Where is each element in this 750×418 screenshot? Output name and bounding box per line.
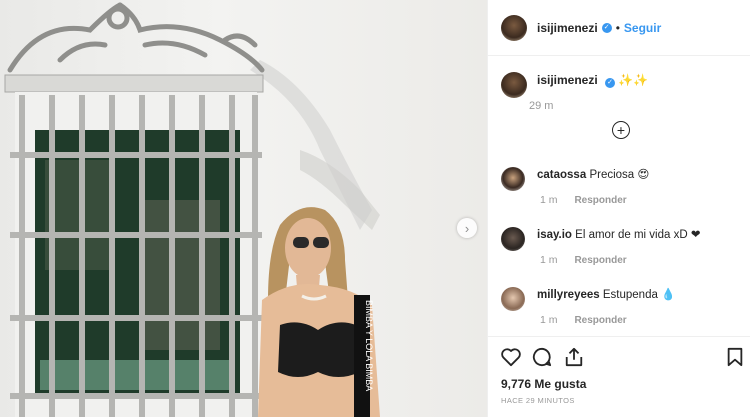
post-photo[interactable]: BIMBA Y LOLA BIMBA ›	[0, 0, 487, 417]
comment-text: Estupenda 💧	[602, 289, 676, 301]
caption-author-username[interactable]: isijimenezi	[537, 73, 598, 87]
post-caption: isijimenezi ✓ ✨✨ 29 m	[501, 72, 649, 112]
comment-item: isay.io El amor de mi vida xD ❤ 1 m Resp…	[501, 227, 701, 266]
comment-item: millyreyees Estupenda 💧 1 m Responder	[501, 287, 676, 326]
post-actions: 9,776 Me gusta HACE 29 MINUTOS	[488, 336, 750, 418]
verified-badge-icon: ✓	[605, 78, 616, 88]
comment-text: El amor de mi vida xD ❤	[575, 229, 701, 241]
commenter-avatar[interactable]	[501, 227, 525, 251]
comment-icon[interactable]	[531, 347, 553, 372]
load-more-comments-button[interactable]: +	[612, 121, 630, 139]
reply-button[interactable]: Responder	[574, 315, 626, 326]
verified-badge-icon: ✓	[601, 22, 612, 33]
photo-illustration: BIMBA Y LOLA BIMBA	[4, 2, 380, 417]
separator-dot: •	[615, 20, 620, 35]
caption-author-avatar[interactable]	[501, 72, 527, 98]
post-timestamp[interactable]: HACE 29 MINUTOS	[501, 396, 575, 405]
caption-timestamp[interactable]: 29 m	[529, 100, 589, 112]
share-icon[interactable]	[563, 347, 585, 372]
comment-time[interactable]: 1 m	[540, 254, 558, 266]
comment-item: cataossa Preciosa 😍 1 m Responder	[501, 167, 650, 206]
post-sidebar: isijimenezi ✓ • Seguir isijimenezi ✓ ✨✨ …	[487, 0, 750, 417]
comment-text: Preciosa 😍	[589, 169, 650, 181]
comment-username[interactable]: isay.io	[537, 229, 572, 241]
post-header: isijimenezi ✓ • Seguir	[488, 0, 750, 56]
commenter-avatar[interactable]	[501, 167, 525, 191]
plus-icon: +	[616, 122, 626, 138]
commenter-avatar[interactable]	[501, 287, 525, 311]
comment-username[interactable]: millyreyees	[537, 289, 600, 301]
caption-text: ✨✨	[618, 73, 649, 87]
reply-button[interactable]: Responder	[574, 195, 626, 206]
chevron-right-icon: ›	[464, 220, 470, 236]
like-count[interactable]: 9,776 Me gusta	[501, 377, 586, 391]
svg-text:BIMBA Y LOLA BIMBA: BIMBA Y LOLA BIMBA	[364, 300, 374, 391]
author-username[interactable]: isijimenezi	[537, 21, 598, 35]
reply-button[interactable]: Responder	[574, 255, 626, 266]
comment-time[interactable]: 1 m	[540, 314, 558, 326]
comment-username[interactable]: cataossa	[537, 169, 586, 181]
heart-icon[interactable]	[500, 347, 522, 372]
bookmark-icon[interactable]	[726, 347, 744, 372]
follow-button[interactable]: Seguir	[624, 21, 661, 35]
comment-time[interactable]: 1 m	[540, 194, 558, 206]
next-photo-button[interactable]: ›	[457, 218, 477, 238]
author-avatar[interactable]	[501, 14, 527, 41]
